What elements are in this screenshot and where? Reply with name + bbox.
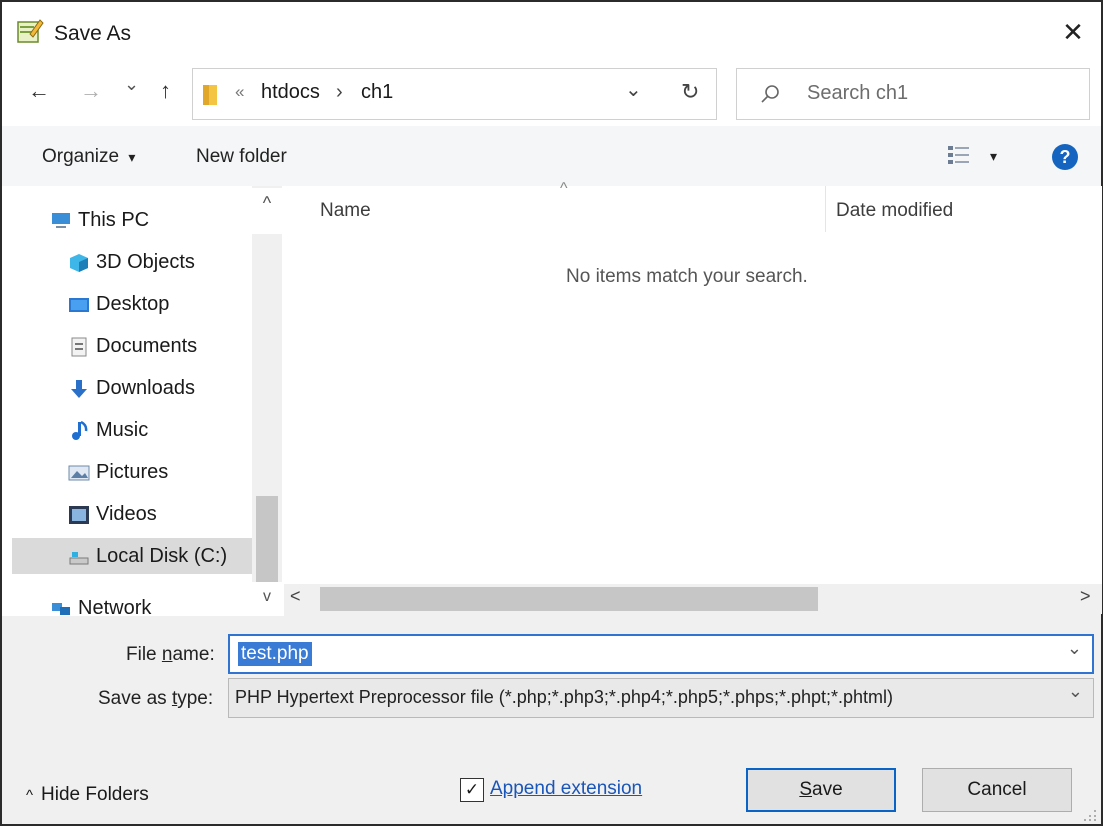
tree-item-pictures[interactable]: Pictures [68,454,168,490]
view-dropdown-arrow-icon[interactable]: ▾ [990,148,997,165]
save-as-type-select[interactable]: PHP Hypertext Preprocessor file (*.php;*… [228,678,1094,718]
download-icon [71,379,87,398]
empty-state-message: No items match your search. [566,266,808,287]
title-bar [2,2,1101,64]
help-icon[interactable]: ? [1052,144,1078,170]
label-text: File [126,644,162,665]
cancel-button[interactable]: Cancel [922,768,1072,812]
search-box[interactable]: Search ch1 [736,68,1090,120]
tree-label: 3D Objects [96,251,195,273]
file-name-input[interactable]: test.php ⌄ [228,634,1094,674]
column-header-date-modified[interactable]: Date modified [836,200,953,222]
chevron-up-icon: ^ [26,787,34,804]
new-folder-button[interactable]: New folder [196,146,287,168]
file-name-dropdown-button[interactable]: ⌄ [1067,638,1082,659]
breadcrumb-overflow[interactable]: « [235,82,244,102]
music-icon [72,420,88,440]
tree-label: This PC [78,209,150,231]
network-icon [52,602,70,615]
scroll-thumb[interactable] [256,496,278,582]
tree-label: Videos [96,503,157,525]
pictures-icon [68,465,90,481]
sort-caret-icon: ^ [560,180,568,197]
videos-icon [69,505,89,524]
scroll-left-button[interactable]: < [290,586,301,607]
save-as-dialog: Save As ✕ ← → ⌄ ↑ « htdocs › ch1 ⌄ ↻ Sea… [0,0,1103,826]
notepad-app-icon [17,19,44,43]
horizontal-scrollbar[interactable]: < > [284,584,1102,614]
document-icon [71,337,87,357]
command-bar [2,126,1101,186]
recent-locations-button[interactable]: ⌄ [124,74,139,95]
address-dropdown-button[interactable]: ⌄ [625,77,642,102]
folder-icon [203,85,217,105]
tree-label: Music [96,419,149,441]
label-text: Save as [98,688,172,709]
save-accesskey: S [799,779,813,800]
organize-button[interactable]: Organize ▾ [42,146,135,168]
hide-folders-button[interactable]: ^ Hide Folders [26,784,149,806]
scroll-up-button[interactable]: ^ [252,188,282,234]
tree-item-this-pc[interactable]: This PC [50,202,149,238]
cube-icon [70,253,88,272]
file-name-value[interactable]: test.php [238,642,312,666]
save-as-type-label: Save as type: [98,688,213,710]
computer-icon [52,212,70,228]
tree-item-documents[interactable]: Documents [68,328,197,364]
tree-label: Desktop [96,293,170,315]
navigation-pane-scrollbar[interactable]: ^ v [252,186,282,616]
scroll-right-button[interactable]: > [1080,586,1091,607]
close-button[interactable]: ✕ [1055,14,1091,50]
save-label: ave [812,779,843,800]
forward-button[interactable]: → [80,78,102,104]
save-as-type-dropdown-button[interactable]: ⌄ [1068,681,1083,702]
tree-item-downloads[interactable]: Downloads [68,370,195,406]
address-bar[interactable]: « htdocs › ch1 ⌄ ↻ [192,68,717,120]
organize-arrow-icon: ▾ [128,149,136,165]
search-icon [761,85,779,103]
append-extension-label[interactable]: Append extension [490,778,642,800]
refresh-button[interactable]: ↻ [681,79,699,105]
tree-label: Local Disk (C:) [96,545,228,567]
back-button[interactable]: ← [28,78,50,104]
tree-label: Network [78,597,152,616]
tree-item-network[interactable]: Network [50,590,151,616]
tree-label: Downloads [96,377,195,399]
tree-label: Documents [96,335,198,357]
tree-item-desktop[interactable]: Desktop [68,286,169,322]
tree-item-videos[interactable]: Videos [68,496,157,532]
horizontal-scroll-thumb[interactable] [320,587,818,611]
save-as-type-value: PHP Hypertext Preprocessor file (*.php;*… [235,687,894,707]
tree-label: Pictures [96,461,169,483]
search-placeholder: Search ch1 [807,82,909,104]
append-extension-checkbox[interactable]: ✓ [460,778,484,802]
desktop-icon [69,297,89,312]
label-text: ype: [177,688,214,709]
column-divider[interactable] [825,186,826,232]
disk-icon [69,551,89,565]
organize-label: Organize [42,146,120,167]
tree-item-music[interactable]: Music [68,412,148,448]
breadcrumb-htdocs[interactable]: htdocs [261,81,320,104]
tree-item-local-disk[interactable]: Local Disk (C:) [12,538,252,574]
file-name-label: File name: [126,644,215,666]
breadcrumb-separator[interactable]: › [336,81,343,104]
hide-folders-label: Hide Folders [41,784,149,805]
scroll-down-button[interactable]: v [252,582,282,616]
up-button[interactable]: ↑ [160,78,171,104]
view-options-icon[interactable] [946,144,972,166]
column-header-name[interactable]: Name [320,200,371,222]
breadcrumb-ch1[interactable]: ch1 [361,81,393,104]
label-accesskey: n [161,644,173,665]
tree-item-3d-objects[interactable]: 3D Objects [68,244,195,280]
navigation-pane: This PC 3D Objects Desktop Documents Dow… [2,186,284,616]
file-list: ^ Name Date modified No items match your… [284,180,1102,584]
save-button[interactable]: Save [746,768,896,812]
window-title: Save As [54,22,132,45]
label-text: ame: [172,644,215,665]
resize-grip-icon[interactable] [1082,808,1098,822]
